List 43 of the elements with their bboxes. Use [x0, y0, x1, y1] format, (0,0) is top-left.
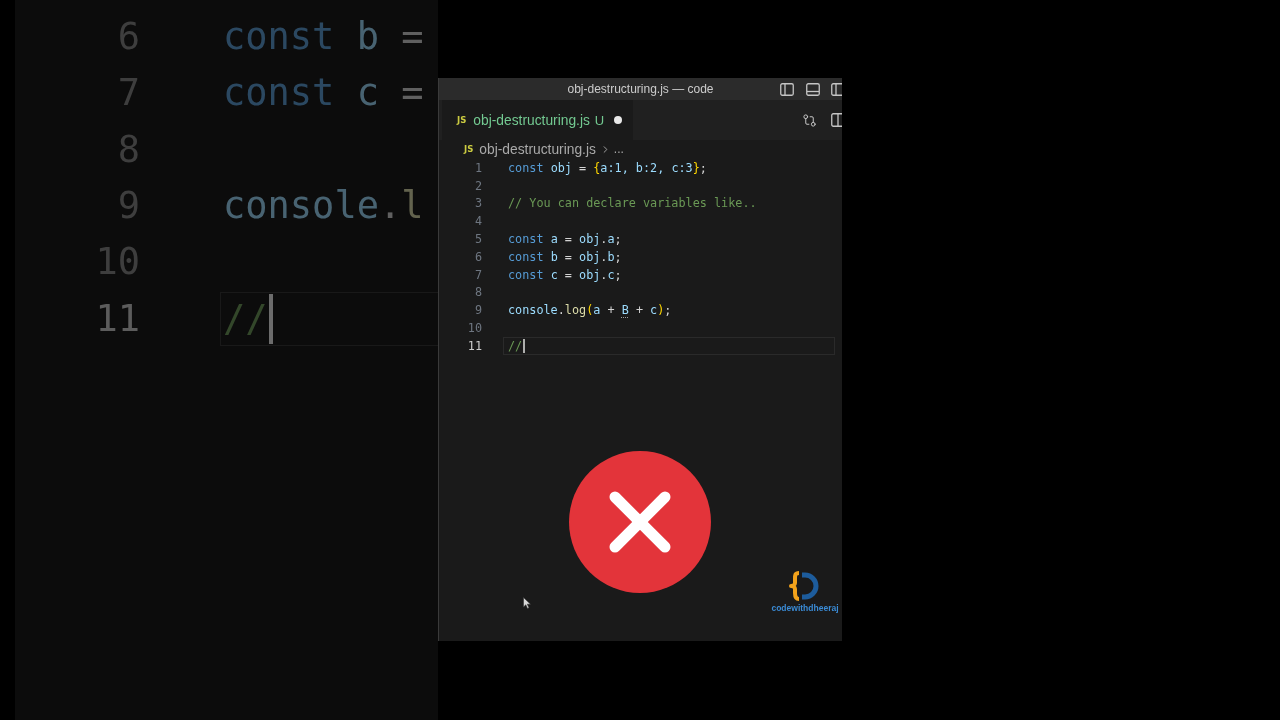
layout-toggle-icon[interactable] — [831, 82, 842, 96]
tab-title: obj-destructuring.js — [473, 112, 590, 128]
window-title: obj-destructuring.js — code — [567, 82, 714, 96]
compare-changes-icon[interactable] — [802, 112, 817, 128]
panel-toggle-icon[interactable] — [805, 82, 820, 96]
line-number: 6 — [473, 249, 482, 264]
code-line: const obj = {a:1, b:2, c:3}; — [508, 160, 707, 175]
text-cursor-icon — [523, 338, 525, 353]
line-number: 9 — [473, 303, 482, 318]
code-line: const c = — [223, 71, 424, 116]
breadcrumb-more[interactable]: ... — [613, 142, 624, 156]
code-line: // — [223, 296, 268, 341]
breadcrumb-file[interactable]: obj-destructuring.js — [479, 141, 596, 157]
code-line: console.l — [223, 184, 424, 229]
line-number: 2 — [473, 178, 482, 193]
unsaved-dot-icon[interactable] — [614, 116, 623, 124]
line-number: 10 — [466, 321, 482, 336]
logo-icon — [789, 571, 821, 601]
code-line: const b = obj.b; — [508, 249, 622, 264]
error-cross-icon — [569, 451, 711, 593]
line-number: 11 — [466, 338, 482, 353]
line-number: 7 — [473, 267, 482, 282]
editor-tab[interactable]: JS obj-destructuring.js U — [442, 100, 634, 140]
logo-caption: codewithdheeraj — [771, 603, 839, 613]
line-number: 1 — [473, 160, 482, 175]
line-number: 8 — [473, 285, 482, 300]
code-line: // — [508, 338, 523, 353]
text-cursor-icon — [268, 293, 273, 344]
mouse-pointer-icon — [523, 597, 531, 609]
file-type-label: JS — [457, 115, 467, 125]
sidebar-toggle-icon[interactable] — [780, 82, 794, 96]
code-line: // You can declare variables like.. — [508, 196, 757, 211]
code-line: const a = obj.a; — [508, 232, 622, 247]
file-type-label: JS — [464, 144, 474, 154]
code-line: const c = obj.c; — [508, 267, 622, 282]
split-editor-icon[interactable] — [831, 113, 842, 127]
code-line: const b = — [223, 15, 424, 60]
code-line: console.log(a + B + c); — [508, 303, 672, 318]
line-number: 5 — [473, 232, 482, 247]
git-status-label: U — [594, 112, 605, 128]
line-number: 4 — [473, 214, 482, 229]
line-number: 11 — [94, 296, 140, 341]
line-number: 3 — [473, 196, 482, 211]
